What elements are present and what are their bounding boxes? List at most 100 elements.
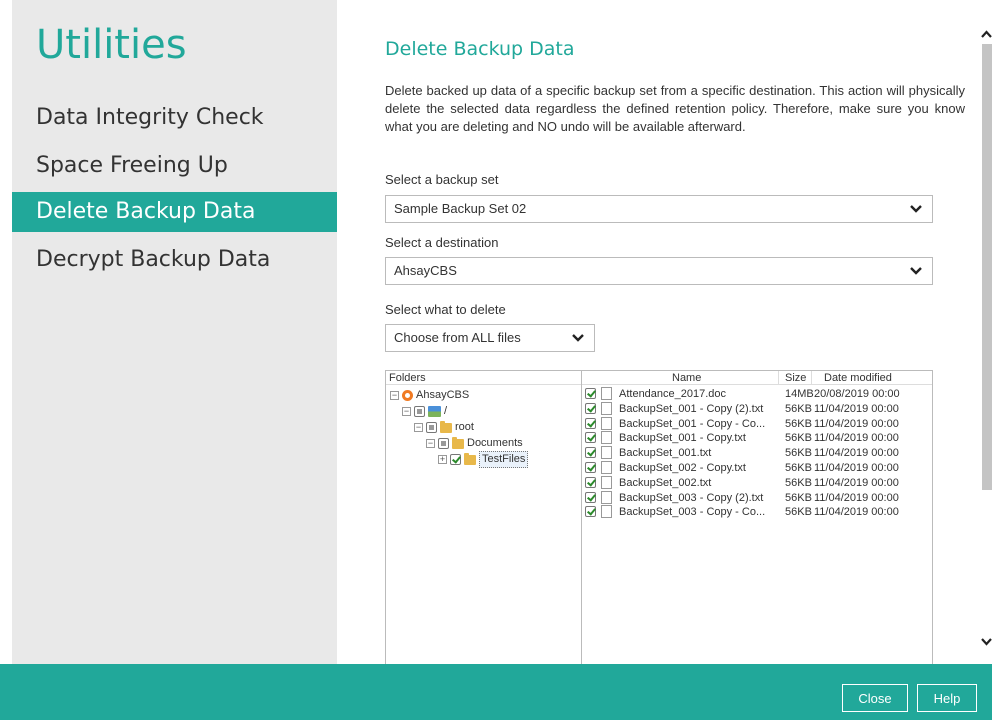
description-text: Delete backed up data of a specific back… [385, 83, 965, 134]
file-checkbox[interactable] [585, 432, 596, 444]
expand-icon[interactable]: + [438, 455, 447, 464]
file-size: 56KB [785, 476, 812, 489]
column-header-name[interactable]: Name [672, 371, 701, 385]
backup-set-select[interactable]: Sample Backup Set 02 [385, 195, 933, 223]
column-header-size[interactable]: Size [785, 371, 806, 385]
backup-set-value: Sample Backup Set 02 [394, 201, 527, 216]
file-icon [601, 431, 612, 445]
file-date: 11/04/2019 00:00 [814, 491, 899, 504]
file-size: 56KB [785, 447, 812, 460]
file-date: 11/04/2019 00:00 [814, 476, 899, 489]
file-date: 11/04/2019 00:00 [814, 506, 899, 519]
folder-icon [464, 452, 476, 465]
tree-node-label: / [444, 405, 448, 417]
file-checkbox[interactable] [585, 491, 596, 503]
file-list: Name Size Date modified Attendance_2017.… [582, 371, 932, 664]
chevron-down-icon [910, 267, 922, 275]
file-list-header: Name Size Date modified [582, 371, 932, 385]
footer-bar: Close Help [0, 664, 992, 720]
file-checkbox[interactable] [585, 417, 596, 429]
chevron-down-icon [572, 334, 584, 342]
tree-node-root-slash[interactable]: − / [402, 404, 447, 419]
tree-node-ahsaycbs[interactable]: − AhsayCBS [390, 388, 469, 403]
tree-node-label: Documents [467, 437, 523, 449]
table-row[interactable]: BackupSet_003 - Copy - Co... 56KB 11/04/20… [582, 505, 932, 519]
file-name: BackupSet_001 - Copy - Co... [619, 417, 766, 430]
main-panel: Delete Backup Data Delete backed up data… [337, 0, 980, 664]
file-name: BackupSet_003 - Copy (2).txt [619, 491, 764, 504]
scroll-up-icon[interactable] [981, 30, 992, 38]
file-checkbox[interactable] [585, 402, 596, 414]
destination-select[interactable]: AhsayCBS [385, 257, 933, 285]
file-date: 11/04/2019 00:00 [814, 402, 899, 415]
help-button[interactable]: Help [917, 684, 977, 712]
table-row[interactable]: BackupSet_001 - Copy (2).txt 56KB 11/04/20… [582, 401, 932, 416]
file-name: BackupSet_003 - Copy - Co... [619, 506, 766, 519]
collapse-icon[interactable]: − [426, 439, 435, 448]
file-checkbox[interactable] [585, 476, 596, 488]
table-row[interactable]: BackupSet_002 - Copy.txt 56KB 11/04/2019 0… [582, 461, 932, 475]
file-checkbox[interactable] [585, 447, 596, 459]
sidebar-item-space-freeing-up[interactable]: Space Freeing Up [12, 146, 337, 186]
tree-node-label: root [455, 421, 474, 433]
destination-label: Select a destination [385, 235, 499, 250]
table-row[interactable]: Attendance_2017.doc 14MB 20/08/2019 00:00 [582, 387, 932, 401]
file-icon [601, 387, 612, 400]
file-date: 11/04/2019 00:00 [814, 432, 899, 445]
file-size: 56KB [785, 506, 812, 519]
file-name: BackupSet_001 - Copy (2).txt [619, 402, 764, 415]
collapse-icon[interactable]: − [414, 423, 423, 432]
page-title: Delete Backup Data [385, 38, 575, 60]
tree-checkbox[interactable] [438, 438, 449, 449]
what-to-delete-select[interactable]: Choose from ALL files [385, 324, 595, 352]
tree-node-documents[interactable]: − Documents [426, 436, 523, 451]
tree-node-label: AhsayCBS [416, 389, 470, 401]
file-browser: Folders − AhsayCBS − / − root − Document… [385, 370, 933, 664]
file-icon [601, 490, 612, 504]
file-size: 56KB [785, 417, 812, 430]
column-divider [811, 371, 812, 385]
sidebar-item-decrypt-backup-data[interactable]: Decrypt Backup Data [12, 240, 337, 280]
file-checkbox[interactable] [585, 506, 596, 518]
ahsay-icon [402, 390, 413, 401]
tree-checkbox[interactable] [414, 406, 425, 417]
file-icon [601, 475, 612, 489]
file-size: 56KB [785, 491, 812, 504]
sidebar-title: Utilities [36, 22, 187, 68]
tree-node-testfiles[interactable]: + TestFiles [438, 451, 529, 468]
file-icon [601, 461, 612, 474]
collapse-icon[interactable]: − [402, 407, 411, 416]
tree-node-root[interactable]: − root [414, 420, 474, 435]
column-header-date[interactable]: Date modified [824, 371, 892, 385]
file-checkbox[interactable] [585, 388, 596, 399]
file-date: 20/08/2019 00:00 [814, 388, 900, 400]
table-row[interactable]: BackupSet_001 - Copy.txt 56KB 11/04/2019 0… [582, 431, 932, 445]
tree-checkbox[interactable] [450, 454, 461, 465]
table-row[interactable]: BackupSet_001 - Copy - Co... 56KB 11/04/20… [582, 416, 932, 431]
tree-checkbox[interactable] [426, 422, 437, 433]
folder-icon [440, 420, 452, 433]
table-row[interactable]: BackupSet_003 - Copy (2).txt 56KB 11/04/20… [582, 490, 932, 505]
file-name: BackupSet_001 - Copy.txt [619, 432, 746, 445]
file-checkbox[interactable] [585, 462, 596, 473]
file-date: 11/04/2019 00:00 [814, 417, 899, 430]
file-size: 14MB [785, 388, 814, 400]
what-to-delete-label: Select what to delete [385, 302, 506, 317]
drive-icon [428, 406, 441, 417]
column-divider [778, 371, 779, 385]
scrollbar-thumb[interactable] [982, 44, 992, 490]
table-row[interactable]: BackupSet_001.txt 56KB 11/04/2019 00:00 [582, 446, 932, 460]
sidebar-item-data-integrity-check[interactable]: Data Integrity Check [12, 98, 337, 138]
close-button[interactable]: Close [842, 684, 908, 712]
file-size: 56KB [785, 462, 812, 474]
sidebar-item-delete-backup-data[interactable]: Delete Backup Data [12, 192, 337, 232]
collapse-icon[interactable]: − [390, 391, 399, 400]
file-date: 11/04/2019 00:00 [814, 447, 899, 460]
folder-tree[interactable]: Folders − AhsayCBS − / − root − Document… [386, 371, 582, 664]
scroll-down-icon[interactable] [981, 638, 992, 646]
file-name: Attendance_2017.doc [619, 388, 727, 400]
file-name: BackupSet_002.txt [619, 476, 712, 489]
folders-header: Folders [386, 371, 581, 385]
file-size: 56KB [785, 432, 812, 445]
table-row[interactable]: BackupSet_002.txt 56KB 11/04/2019 00:00 [582, 475, 932, 490]
